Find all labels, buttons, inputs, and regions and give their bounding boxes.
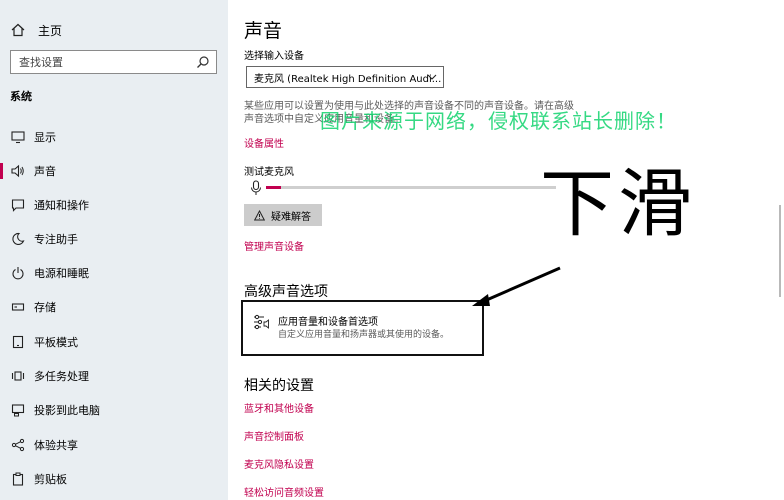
input-device-label: 选择输入设备 [244, 51, 304, 62]
speaker-icon [10, 163, 26, 179]
sidebar-item-label: 专注助手 [34, 233, 78, 246]
sidebar-item-label: 剪贴板 [34, 473, 67, 486]
sidebar-item-storage[interactable]: 存储 [0, 292, 228, 322]
moon-icon [10, 231, 26, 247]
sidebar-item-sound[interactable]: 声音 [0, 156, 228, 186]
input-device-value: 麦克风 (Realtek High Definition Audi... [254, 73, 442, 85]
search-input[interactable]: 查找设置 [10, 50, 217, 74]
sidebar-section-title: 系统 [10, 90, 32, 103]
mic-level-fill [266, 186, 281, 189]
sidebar-item-project[interactable]: 投影到此电脑 [0, 395, 228, 425]
storage-icon [10, 299, 26, 315]
app-volume-subtitle: 自定义应用音量和扬声器或其使用的设备。 [278, 330, 450, 340]
sidebar-item-label: 体验共享 [34, 439, 78, 452]
sidebar-item-shared-experiences[interactable]: 体验共享 [0, 430, 228, 460]
sidebar-item-label: 声音 [34, 165, 56, 178]
input-device-select[interactable]: 麦克风 (Realtek High Definition Audi... [246, 66, 444, 88]
sidebar-item-power[interactable]: 电源和睡眠 [0, 258, 228, 288]
monitor-icon [10, 129, 26, 145]
test-mic-label: 测试麦克风 [244, 167, 294, 178]
sidebar-home[interactable]: 主页 [10, 20, 62, 40]
warning-icon [253, 209, 266, 221]
related-settings-title: 相关的设置 [244, 378, 314, 394]
sidebar-item-label: 存储 [34, 301, 56, 314]
device-properties-link[interactable]: 设备属性 [244, 135, 284, 150]
microphone-icon [250, 180, 262, 196]
page-title: 声音 [244, 20, 283, 42]
search-placeholder: 查找设置 [19, 56, 63, 69]
main-content: 声音 选择输入设备 麦克风 (Realtek High Definition A… [241, 0, 784, 500]
notification-icon [10, 197, 26, 213]
app-volume-title: 应用音量和设备首选项 [278, 317, 378, 328]
share-icon [10, 437, 26, 453]
power-icon [10, 265, 26, 281]
sidebar-item-label: 平板模式 [34, 336, 78, 349]
sidebar-item-display[interactable]: 显示 [0, 122, 228, 152]
advanced-sound-title: 高级声音选项 [244, 284, 328, 300]
sidebar-item-multitasking[interactable]: 多任务处理 [0, 361, 228, 391]
sidebar-item-label: 通知和操作 [34, 199, 89, 212]
chevron-down-icon [427, 72, 437, 82]
scroll-down-annotation: 下滑 [540, 161, 696, 247]
multitask-icon [10, 368, 26, 384]
troubleshoot-label: 疑难解答 [271, 211, 311, 223]
search-icon[interactable] [196, 55, 210, 69]
mic-level-meter [266, 186, 556, 189]
tablet-icon [10, 334, 26, 350]
watermark-text: 图片来源于网络，侵权联系站长删除！ [320, 109, 677, 133]
clipboard-icon [10, 471, 26, 487]
related-link-bluetooth[interactable]: 蓝牙和其他设备 [244, 400, 314, 415]
project-icon [10, 402, 26, 418]
sidebar-home-label: 主页 [38, 23, 63, 38]
sidebar-item-tablet-mode[interactable]: 平板模式 [0, 327, 228, 357]
sidebar-item-clipboard[interactable]: 剪贴板 [0, 464, 228, 494]
sliders-speaker-icon [253, 313, 271, 331]
sidebar-item-notifications[interactable]: 通知和操作 [0, 190, 228, 220]
app-volume-preferences[interactable]: 应用音量和设备首选项 自定义应用音量和扬声器或其使用的设备。 [241, 300, 484, 356]
sidebar-item-label: 投影到此电脑 [34, 404, 100, 417]
related-link-sound-control-panel[interactable]: 声音控制面板 [244, 428, 304, 443]
related-link-mic-privacy[interactable]: 麦克风隐私设置 [244, 456, 314, 471]
related-link-ease-of-access-audio[interactable]: 轻松访问音频设置 [244, 484, 324, 499]
scrollbar-thumb[interactable] [779, 205, 781, 297]
manage-devices-link[interactable]: 管理声音设备 [244, 238, 304, 253]
home-icon [10, 22, 26, 38]
sidebar-item-label: 显示 [34, 131, 56, 144]
sidebar-item-label: 电源和睡眠 [34, 267, 89, 280]
sidebar: 主页 查找设置 系统 显示 声音 通知和操作 专注助手 电源和睡眠 存储 平板模… [0, 0, 228, 500]
troubleshoot-button[interactable]: 疑难解答 [244, 204, 322, 226]
sidebar-item-focus-assist[interactable]: 专注助手 [0, 224, 228, 254]
sidebar-item-label: 多任务处理 [34, 370, 89, 383]
